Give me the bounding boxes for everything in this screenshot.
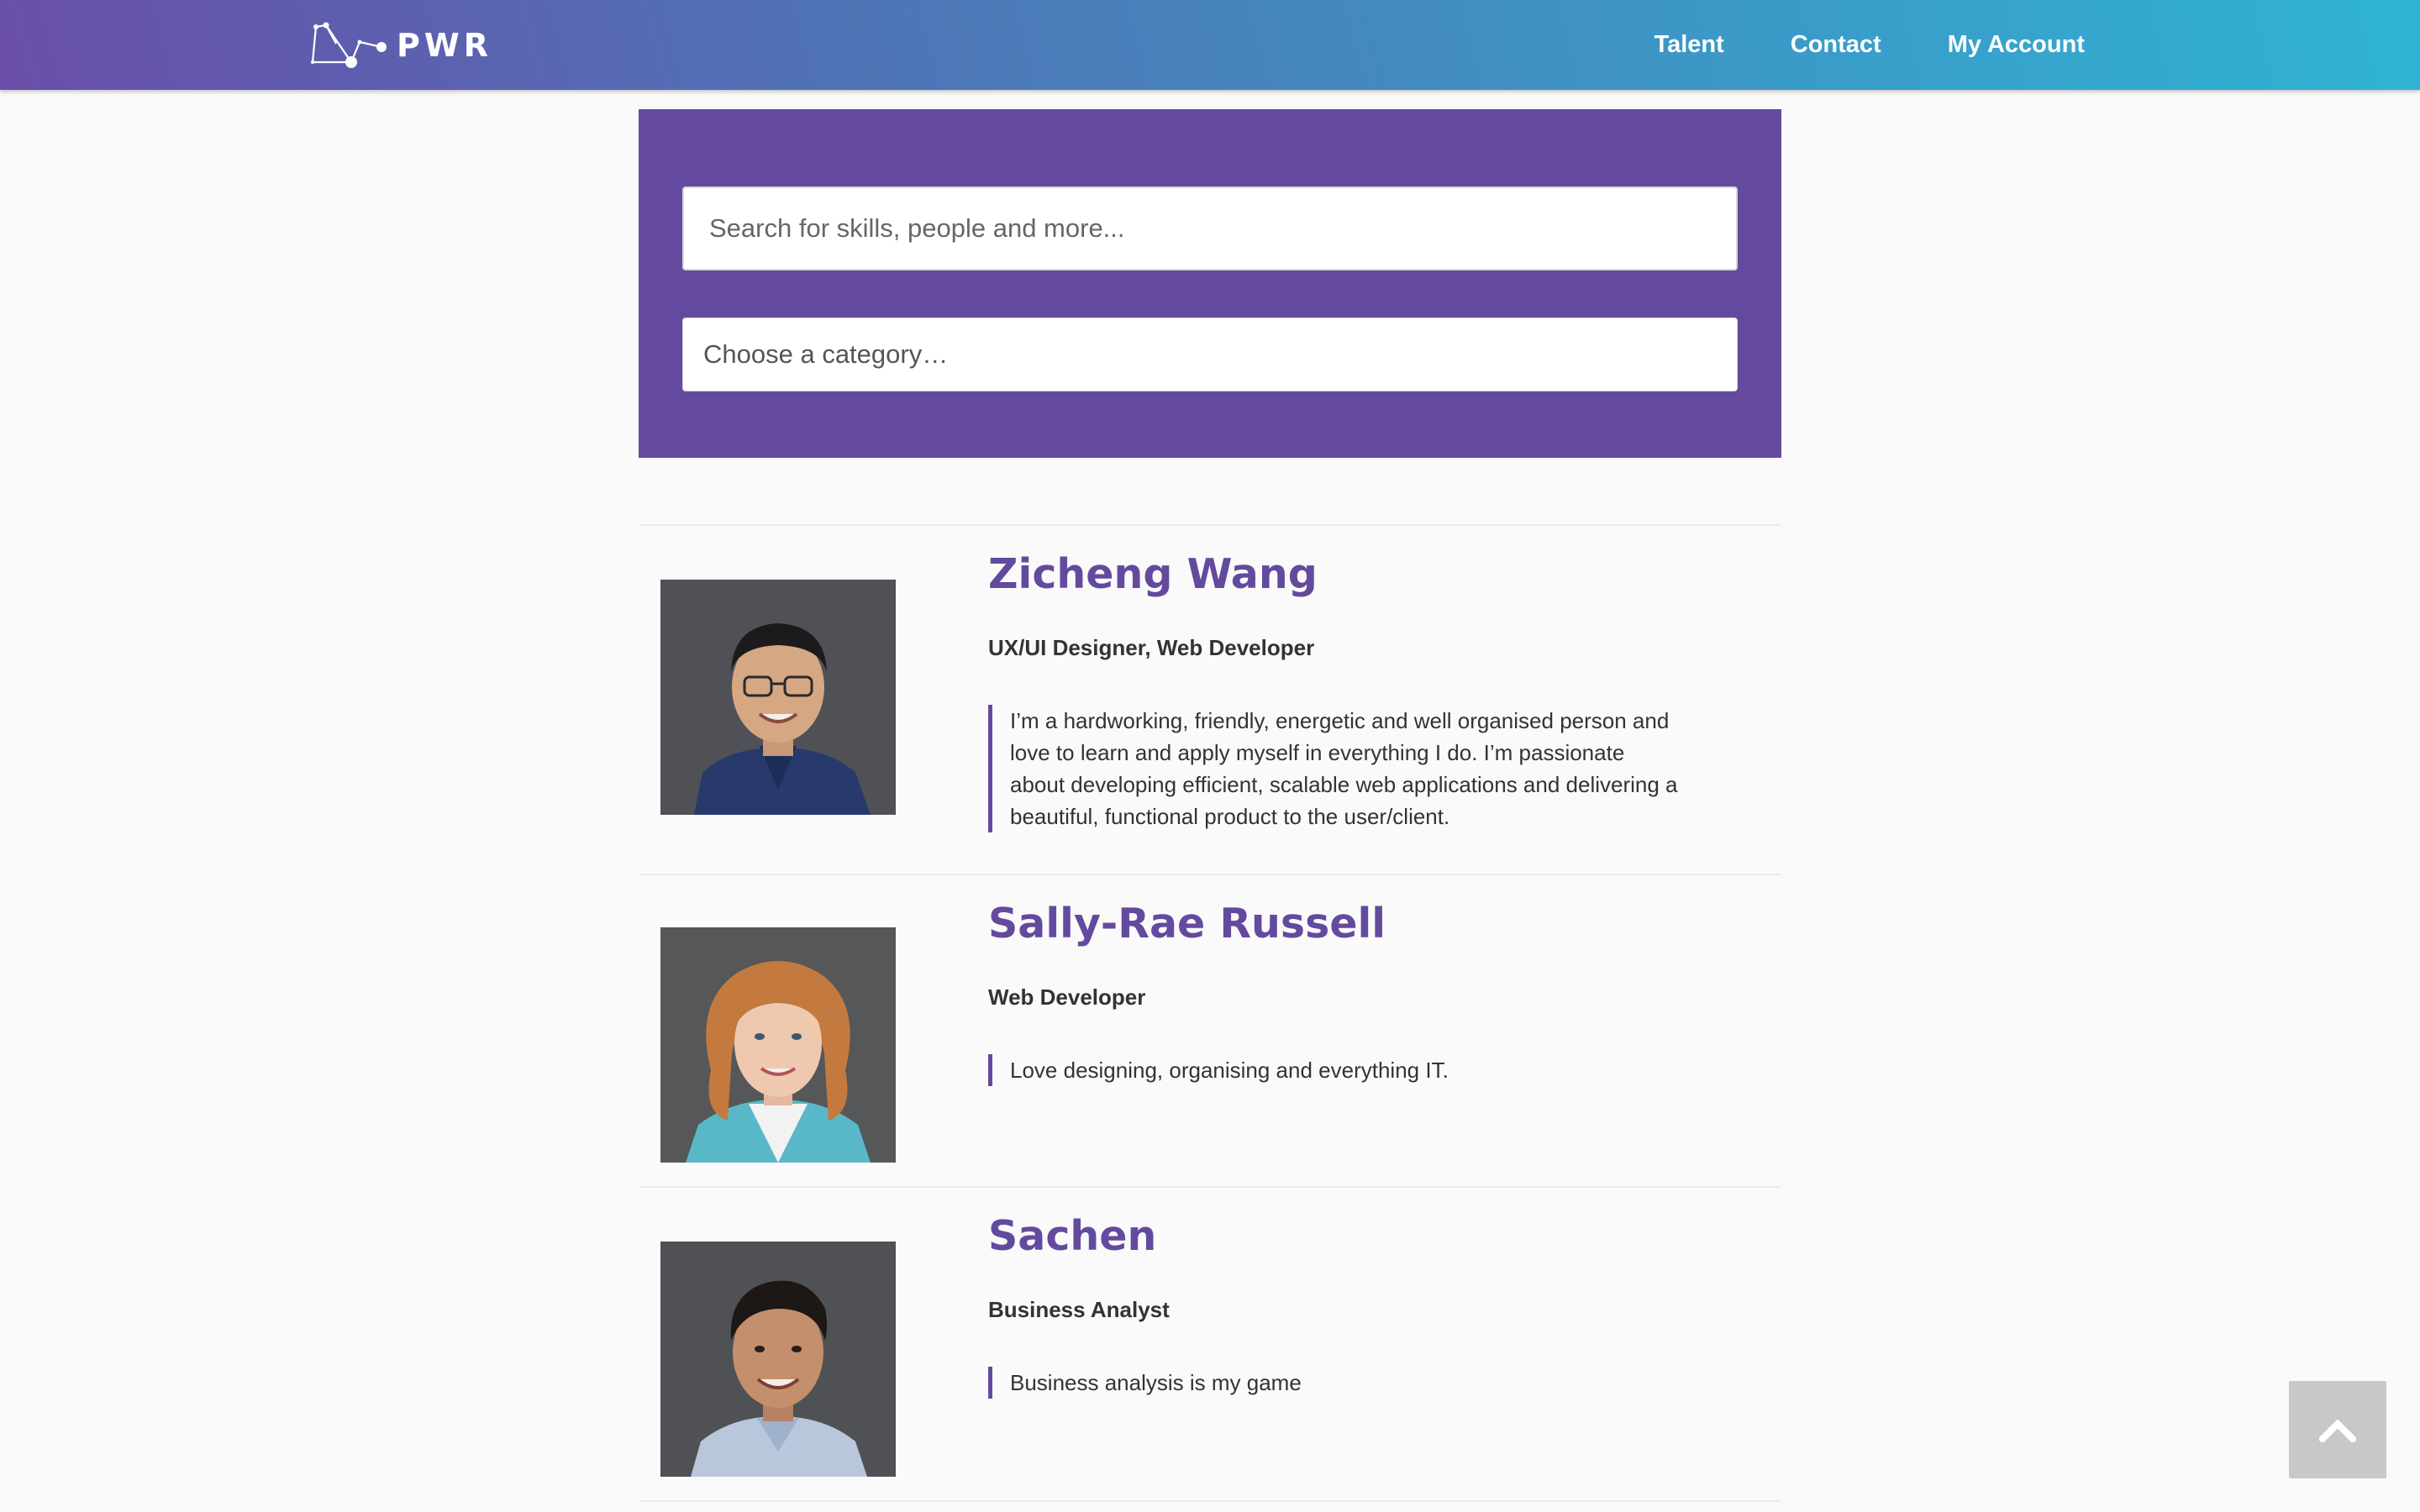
profile-photo[interactable]: [660, 927, 896, 1163]
network-nodes-icon: [311, 22, 387, 68]
nav-talent-link[interactable]: Talent: [1655, 31, 1724, 59]
profile-name[interactable]: Sally-Rae Russell: [988, 900, 1728, 948]
profile-info: Sachen Business Analyst Business analysi…: [988, 1212, 1728, 1399]
profile-bio: Love designing, organising and everythin…: [988, 1054, 1682, 1087]
brand-name: PWR: [397, 27, 493, 64]
main-nav: Talent Contact My Account: [1655, 0, 2085, 90]
profile-card: Zicheng Wang UX/UI Designer, Web Develop…: [639, 524, 1781, 874]
category-placeholder: Choose a category…: [703, 339, 949, 369]
profile-name[interactable]: Zicheng Wang: [988, 550, 1728, 598]
back-to-top-button[interactable]: [2289, 1381, 2386, 1478]
nav-contact-link[interactable]: Contact: [1791, 31, 1881, 59]
profile-card: Sachen Business Analyst Business analysi…: [639, 1186, 1781, 1502]
profile-bio: I’m a hardworking, friendly, energetic a…: [988, 705, 1682, 833]
search-panel: Choose a category…: [639, 109, 1781, 458]
nav-my-account-link[interactable]: My Account: [1948, 31, 2085, 59]
category-select[interactable]: Choose a category…: [682, 318, 1738, 391]
profile-bio: Business analysis is my game: [988, 1367, 1682, 1399]
profile-info: Zicheng Wang UX/UI Designer, Web Develop…: [988, 550, 1728, 833]
profile-role: Web Developer: [988, 984, 1146, 1011]
profile-card: Sally-Rae Russell Web Developer Love des…: [639, 874, 1781, 1186]
chevron-up-icon: [2319, 1419, 2356, 1442]
profile-role: UX/UI Designer, Web Developer: [988, 635, 1315, 661]
profile-role: Business Analyst: [988, 1297, 1170, 1323]
search-input[interactable]: [682, 186, 1738, 270]
top-navbar: PWR Talent Contact My Account: [0, 0, 2420, 90]
profile-name[interactable]: Sachen: [988, 1212, 1728, 1260]
profile-photo[interactable]: [660, 580, 896, 815]
profile-list: Zicheng Wang UX/UI Designer, Web Develop…: [639, 524, 1781, 1502]
profile-info: Sally-Rae Russell Web Developer Love des…: [988, 900, 1728, 1087]
brand-logo-link[interactable]: PWR: [311, 20, 492, 71]
profile-photo[interactable]: [660, 1242, 896, 1477]
